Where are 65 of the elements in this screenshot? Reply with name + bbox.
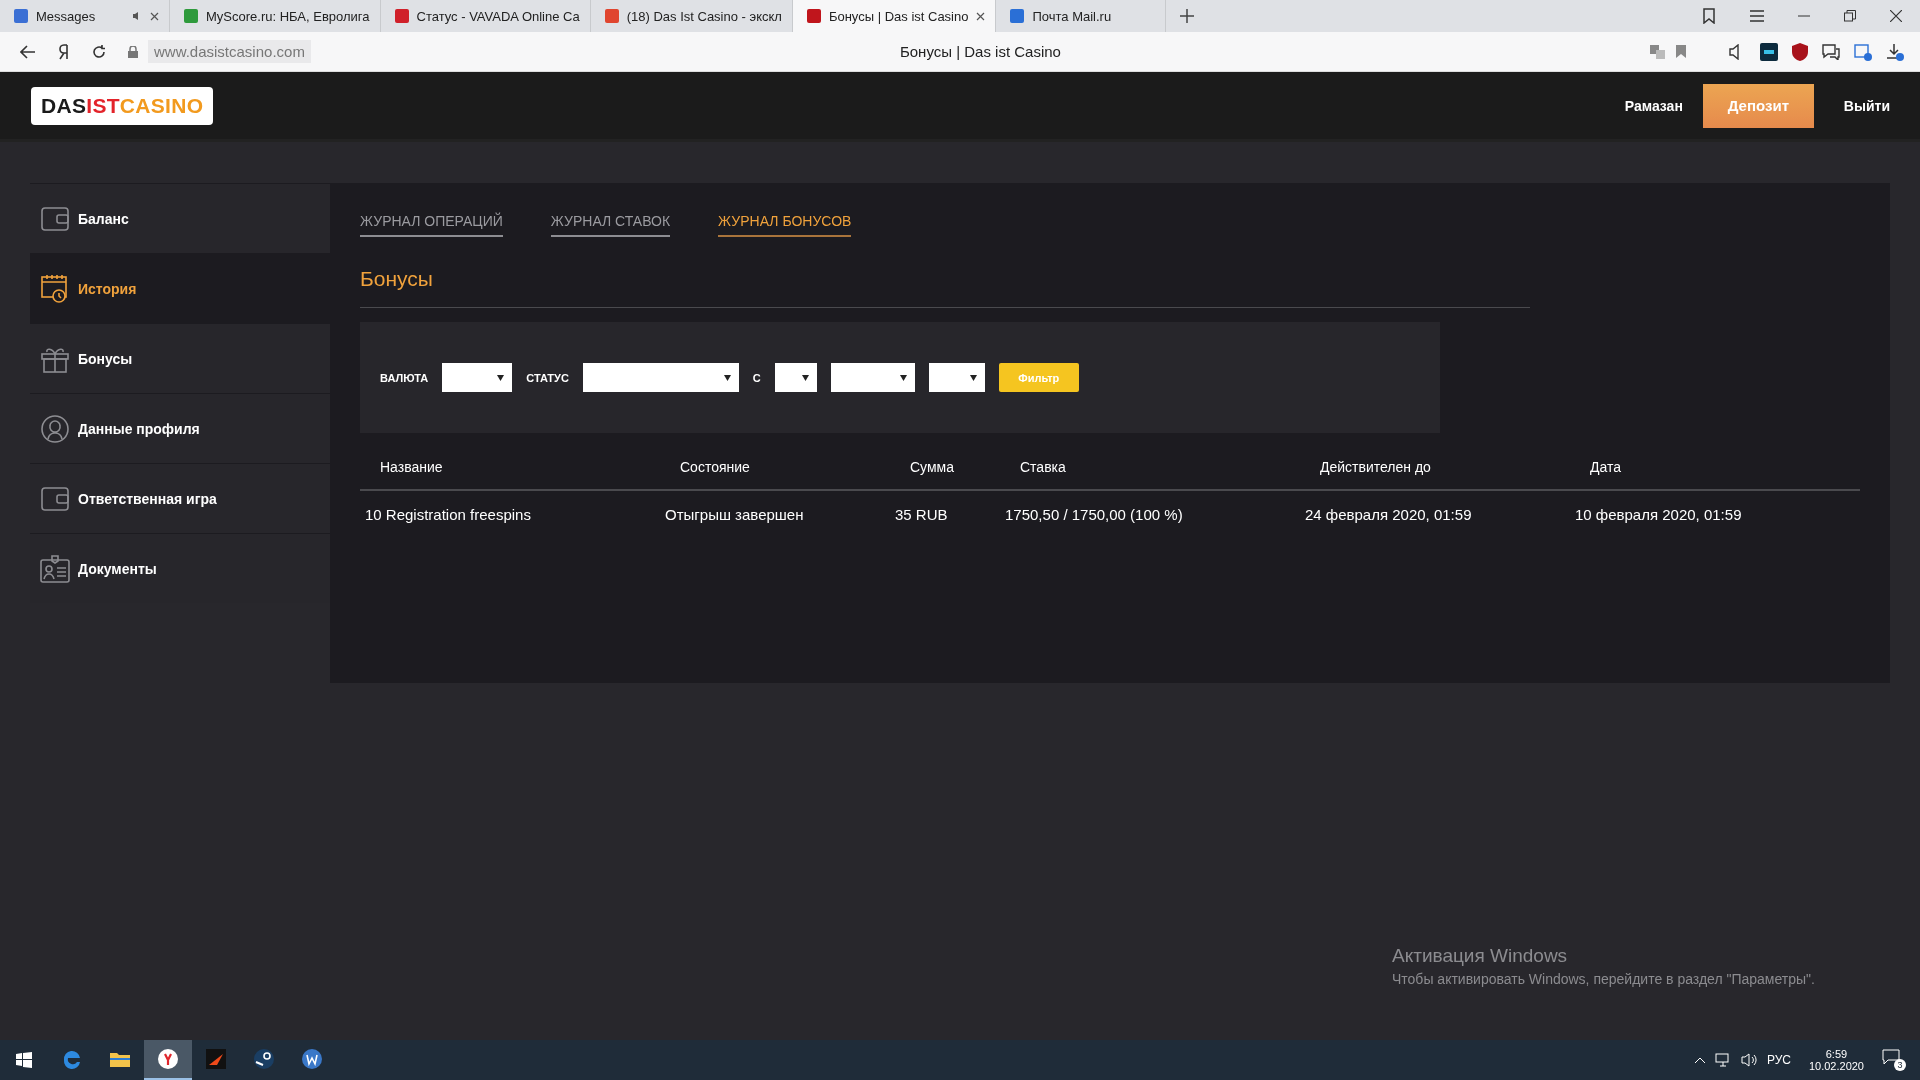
yandex-app-icon[interactable] <box>144 1040 192 1080</box>
dropdown[interactable] <box>928 363 985 392</box>
table-cell-text: 24 февраля 2020, 01:59 <box>1305 505 1473 523</box>
table-cell-text: 35 RUB <box>895 505 949 523</box>
caret-icon <box>723 374 731 381</box>
column-header: Дата <box>1589 459 1622 475</box>
table-cell-text: 10 Registration freespins <box>365 505 532 523</box>
activation-title: Активация Windows <box>1392 945 1569 967</box>
table-cell-text: 10 февраля 2020, 01:59 <box>1575 505 1743 523</box>
chevron-up-icon[interactable] <box>1694 1057 1705 1063</box>
caret-icon <box>801 374 809 381</box>
table-cell-text: Отыгрыш завершен <box>665 505 805 523</box>
logo[interactable]: DASISTCASINO <box>31 86 214 125</box>
tab[interactable]: ЖУРНАЛ БОНУСОВ <box>718 213 852 237</box>
back-icon[interactable] <box>20 44 36 59</box>
download-icon[interactable] <box>1886 42 1904 61</box>
calendar-icon <box>40 273 70 304</box>
reload-icon[interactable] <box>92 44 106 59</box>
clock-time[interactable]: 6:59 <box>1825 1048 1848 1060</box>
user-icon <box>40 413 70 444</box>
caret-icon <box>899 374 907 381</box>
caret-icon <box>969 374 977 381</box>
new-tab-icon[interactable] <box>1180 9 1195 23</box>
column-header: Ставка <box>1019 459 1067 475</box>
tab[interactable]: ЖУРНАЛ СТАВОК <box>550 213 671 237</box>
menu-icon[interactable] <box>1750 10 1764 22</box>
bookmarks-icon[interactable] <box>1702 8 1716 24</box>
column-header: Сумма <box>909 459 955 475</box>
restore-icon[interactable] <box>1844 10 1856 22</box>
column-header: Действителен до <box>1319 459 1432 475</box>
dropdown[interactable] <box>774 363 817 392</box>
bookmark-icon[interactable] <box>1676 45 1686 58</box>
logout-link[interactable]: Выйти <box>1843 97 1890 114</box>
caret-icon <box>497 374 505 381</box>
filter-label: СТАТУС <box>526 371 569 384</box>
badge-icon <box>40 553 70 584</box>
activation-text: Чтобы активировать Windows, перейдите в раздел "Параметры". <box>1392 971 1815 987</box>
url-field[interactable]: www.dasistcasino.com <box>148 40 311 63</box>
browser-tab[interactable]: Бонусы | Das ist Casino <box>792 0 997 32</box>
user-name[interactable]: Рамазан <box>1624 97 1683 114</box>
chat-icon[interactable] <box>1822 43 1840 60</box>
shield-icon[interactable] <box>1792 42 1808 61</box>
volume-icon[interactable] <box>1740 1053 1757 1067</box>
page-title: Бонусы | Das ist Casino <box>898 43 1062 60</box>
dropdown[interactable] <box>442 363 513 392</box>
filter-label: С <box>752 371 761 384</box>
close-icon[interactable] <box>150 11 159 21</box>
lock-icon <box>128 45 138 58</box>
windows-icon[interactable] <box>16 1052 32 1068</box>
column-header: Состояние <box>679 459 751 475</box>
table-cell-text: 1750,50 / 1750,00 (100 %) <box>1005 505 1184 523</box>
yandex-icon[interactable] <box>58 43 70 60</box>
translate-icon[interactable] <box>1650 44 1666 59</box>
sidebar-item[interactable]: История <box>30 253 330 323</box>
filter-label: ВАЛЮТА <box>380 371 429 384</box>
tab[interactable]: ЖУРНАЛ ОПЕРАЦИЙ <box>360 213 503 237</box>
column-header: Название <box>379 459 444 475</box>
language-indicator[interactable]: РУС <box>1766 1053 1791 1067</box>
image-icon[interactable] <box>1854 42 1872 61</box>
section-title: Бонусы <box>360 267 1530 308</box>
network-icon[interactable] <box>1714 1053 1731 1067</box>
close-icon[interactable] <box>1890 10 1902 22</box>
close-icon[interactable] <box>976 11 986 21</box>
clock-date[interactable]: 10.02.2020 <box>1808 1060 1864 1072</box>
extension-icon[interactable] <box>1760 42 1778 61</box>
